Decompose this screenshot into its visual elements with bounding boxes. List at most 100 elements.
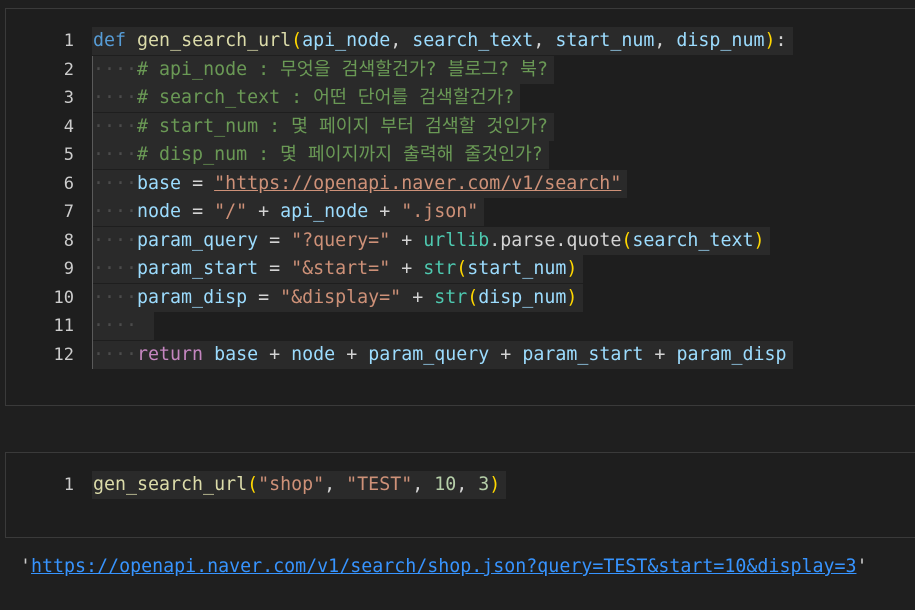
code-token: + <box>258 343 292 365</box>
code-token: ) <box>566 286 578 308</box>
code-line[interactable]: 4 ····# start_num : 몇 페이지 부터 검색할 것인가? <box>6 112 915 141</box>
code-token: return <box>137 343 204 365</box>
code-line[interactable]: 12 ····return base + node + param_query +… <box>6 340 915 369</box>
line-content[interactable]: def gen_search_url(api_node, search_text… <box>92 27 793 55</box>
indent-whitespace: ···· <box>93 172 138 194</box>
code-token: ( <box>467 286 479 308</box>
indent-whitespace: ···· <box>93 258 138 279</box>
code-token: disp_num <box>676 30 765 51</box>
code-token: + <box>390 229 424 251</box>
indent-whitespace: ···· <box>93 144 138 165</box>
code-token: + <box>368 201 402 222</box>
code-token: = <box>181 172 215 194</box>
line-number: 11 <box>53 316 74 336</box>
code-line[interactable]: 8 ····param_query = "?query=" + urllib.pa… <box>6 226 915 255</box>
code-token: disp_num <box>478 286 567 308</box>
code-token: base <box>214 343 259 365</box>
line-number: 1 <box>63 31 74 51</box>
line-content[interactable]: ····# search_text : 어떤 단어를 검색할건가? <box>92 84 521 112</box>
line-content[interactable]: ····base = "https://openapi.naver.com/v1… <box>92 169 628 198</box>
line-number: 1 <box>63 475 74 495</box>
code-token: + <box>335 343 369 365</box>
code-token: = <box>247 286 281 308</box>
code-token: # search_text : 어떤 단어를 검색할건가? <box>137 87 515 108</box>
code-token: start_num <box>555 30 655 51</box>
line-content[interactable]: ····node = "/" + api_node + ".json" <box>92 198 485 226</box>
line-content[interactable]: ····param_start = "&start=" + str(start_… <box>92 255 584 283</box>
indent-whitespace: ···· <box>93 58 138 80</box>
code-token: param_start <box>137 258 259 279</box>
code-line[interactable]: 9 ····param_start = "&start=" + str(start… <box>6 255 915 283</box>
line-number: 12 <box>53 344 74 365</box>
code-token: str <box>434 286 468 308</box>
code-token: urllib <box>423 229 490 251</box>
line-number: 2 <box>63 59 74 80</box>
code-token: + <box>489 343 523 365</box>
code-line[interactable]: 1 def gen_search_url(api_node, search_tex… <box>6 27 915 55</box>
code-token: , <box>533 30 556 51</box>
code-token: "?query=" <box>291 229 391 251</box>
code-token: # api_node : 무엇을 검색할건가? 블로그? 북? <box>137 58 548 80</box>
code-token: , <box>654 30 677 51</box>
indent-whitespace: ···· <box>93 201 138 222</box>
output-quote-close: ' <box>856 556 868 577</box>
indent-whitespace: ···· <box>93 115 138 137</box>
code-line[interactable]: 3 ····# search_text : 어떤 단어를 검색할건가? <box>6 84 915 112</box>
code-token: gen_search_url <box>93 474 248 495</box>
code-line[interactable]: 7 ····node = "/" + api_node + ".json" <box>6 198 915 226</box>
code-line[interactable]: 1 gen_search_url("shop", "TEST", 10, 3) <box>6 471 915 499</box>
line-content[interactable]: ···· <box>92 312 155 340</box>
code-token: "https://openapi.naver.com/v1/search" <box>214 172 622 194</box>
code-token: + <box>643 343 677 365</box>
code-token: "shop" <box>258 474 325 495</box>
code-token: search_text <box>412 30 534 51</box>
code-token: param_disp <box>676 343 787 365</box>
line-content[interactable]: ····param_query = "?query=" + urllib.par… <box>92 226 771 255</box>
code-token: + <box>390 258 424 279</box>
code-line[interactable]: 2 ····# api_node : 무엇을 검색할건가? 블로그? 북? <box>6 55 915 84</box>
code-token: api_node <box>302 30 391 51</box>
code-cell-function-call[interactable]: 1 gen_search_url("shop", "TEST", 10, 3) <box>5 452 915 538</box>
line-content[interactable]: ····# start_num : 몇 페이지 부터 검색할 것인가? <box>92 112 554 141</box>
cell-output: 'https://openapi.naver.com/v1/search/sho… <box>20 552 868 582</box>
code-token: "/" <box>214 201 248 222</box>
indent-whitespace: ···· <box>93 286 138 308</box>
code-token: def <box>93 30 127 51</box>
code-token: quote <box>566 229 622 251</box>
code-token: # start_num : 몇 페이지 부터 검색할 것인가? <box>137 115 548 137</box>
code-token: node <box>291 343 336 365</box>
indent-whitespace: ···· <box>93 87 138 108</box>
indent-whitespace: ···· <box>93 343 138 365</box>
code-line[interactable]: 10 ····param_disp = "&display=" + str(dis… <box>6 283 915 312</box>
code-token: ( <box>291 30 303 51</box>
line-content[interactable]: ····# api_node : 무엇을 검색할건가? 블로그? 북? <box>92 55 554 84</box>
code-cell-function-definition[interactable]: 1 def gen_search_url(api_node, search_tex… <box>5 8 915 406</box>
code-token: node <box>137 201 182 222</box>
code-token: , <box>456 474 479 495</box>
code-token: "TEST" <box>346 474 413 495</box>
code-token: : <box>775 30 787 51</box>
indent-whitespace: ···· <box>93 315 138 336</box>
code-token: ( <box>456 258 468 279</box>
code-token: , <box>390 30 413 51</box>
code-token: 10 <box>434 474 457 495</box>
line-content[interactable]: ····# disp_num : 몇 페이지까지 출력해 줄것인가? <box>92 141 549 169</box>
code-token: param_query <box>137 229 259 251</box>
code-token: . <box>489 229 501 251</box>
line-content[interactable]: gen_search_url("shop", "TEST", 10, 3) <box>92 471 507 499</box>
code-token: search_text <box>632 229 754 251</box>
code-token: = <box>258 229 292 251</box>
code-line[interactable]: 5 ····# disp_num : 몇 페이지까지 출력해 줄것인가? <box>6 141 915 169</box>
code-line[interactable]: 6 ····base = "https://openapi.naver.com/v… <box>6 169 915 198</box>
code-token: # disp_num : 몇 페이지까지 출력해 줄것인가? <box>137 144 543 165</box>
code-token: , <box>412 474 435 495</box>
line-number: 4 <box>63 116 74 137</box>
code-token: ) <box>753 229 765 251</box>
line-content[interactable]: ····param_disp = "&display=" + str(disp_… <box>92 283 584 312</box>
line-content[interactable]: ····return base + node + param_query + p… <box>92 340 793 369</box>
output-url-link[interactable]: https://openapi.naver.com/v1/search/shop… <box>31 556 856 577</box>
code-line[interactable]: 11 ···· <box>6 312 915 340</box>
